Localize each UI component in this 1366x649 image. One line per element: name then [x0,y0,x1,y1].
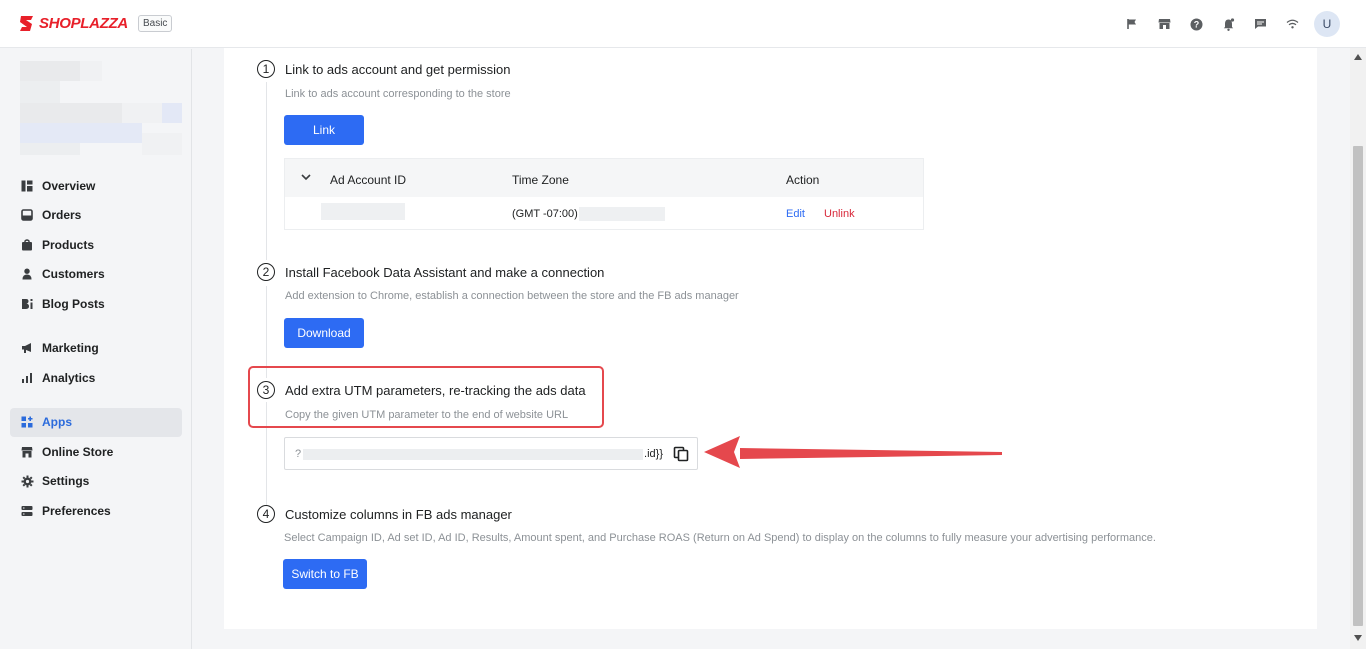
apps-icon [20,415,34,429]
step-desc-2: Add extension to Chrome, establish a con… [285,290,739,302]
step-connector [266,286,267,378]
svg-text:?: ? [1193,19,1199,29]
download-button[interactable]: Download [284,318,364,348]
step-number-1: 1 [257,60,275,78]
sidebar-item-label: Preferences [42,503,111,518]
megaphone-icon [20,341,34,355]
sidebar-item-label: Orders [42,208,82,223]
step-title-2: Install Facebook Data Assistant and make… [285,265,605,280]
user-avatar[interactable]: U [1314,11,1340,37]
sidebar-item-label: Settings [42,474,90,489]
sidebar-item-label: Products [42,237,95,252]
header-action: Action [786,173,820,187]
gear-icon [20,474,34,488]
scroll-down-arrow-icon[interactable] [1354,635,1362,641]
sidebar: Overview Orders Products Customers Blog … [0,49,192,649]
preferences-icon [20,504,34,518]
sidebar-item-overview[interactable]: Overview [10,171,182,201]
shoplazza-logo-mark-icon [20,16,33,31]
sidebar-item-label: Blog Posts [42,296,105,311]
scroll-up-arrow-icon[interactable] [1354,54,1362,60]
step-number-4: 4 [257,505,275,523]
copy-icon[interactable] [673,446,689,462]
sidebar-item-orders[interactable]: Orders [10,201,182,231]
sidebar-item-online-store[interactable]: Online Store [10,437,182,467]
sidebar-item-analytics[interactable]: Analytics [10,363,182,393]
step-title-1: Link to ads account and get permission [285,62,511,77]
overview-icon [20,179,34,193]
ad-account-table: Ad Account ID Time Zone Action (GMT -07:… [284,158,924,230]
unlink-link[interactable]: Unlink [824,208,855,220]
sidebar-item-label: Online Store [42,444,114,459]
store-icon[interactable] [1148,8,1180,40]
step-title-4: Customize columns in FB ads manager [285,507,512,522]
sidebar-item-apps[interactable]: Apps [10,407,182,437]
time-zone-blurred [579,207,665,221]
bell-icon[interactable] [1212,8,1244,40]
utm-suffix: .id}} [644,448,663,460]
logo-text: SHOPLAZZA [39,15,128,32]
ad-account-id-blurred [321,203,405,220]
help-icon[interactable]: ? [1180,8,1212,40]
step-connector [266,82,267,260]
chevron-down-icon[interactable] [301,174,311,181]
utm-prefix: ? [295,448,302,460]
top-icons: ? U [1116,0,1340,48]
sidebar-item-preferences[interactable]: Preferences [10,496,182,526]
edit-link[interactable]: Edit [786,208,805,220]
step-desc-4: Select Campaign ID, Ad set ID, Ad ID, Re… [284,532,1156,544]
wifi-icon[interactable] [1276,8,1308,40]
customers-icon [20,267,34,281]
shoplazza-logo[interactable]: SHOPLAZZA [18,15,128,32]
store-info-blurred [20,61,182,155]
sidebar-item-label: Marketing [42,341,99,356]
utm-value-blurred [303,449,643,460]
link-button[interactable]: Link [284,115,364,145]
cell-time-zone: (GMT -07:00) [512,208,578,220]
header-ad-account-id: Ad Account ID [330,173,407,187]
products-icon [20,238,34,252]
sidebar-item-customers[interactable]: Customers [10,260,182,290]
sidebar-item-settings[interactable]: Settings [10,467,182,497]
scrollbar-thumb[interactable] [1353,146,1363,626]
sidebar-item-blog-posts[interactable]: Blog Posts [10,289,182,319]
sidebar-item-label: Overview [42,178,96,193]
step-desc-1: Link to ads account corresponding to the… [285,88,511,100]
sidebar-nav: Overview Orders Products Customers Blog … [10,171,182,526]
analytics-icon [20,371,34,385]
top-bar: SHOPLAZZA Basic ? U [0,0,1366,48]
scrollbar[interactable] [1350,48,1366,649]
step-number-2: 2 [257,263,275,281]
chat-icon[interactable] [1244,8,1276,40]
switch-to-fb-button[interactable]: Switch to FB [283,559,367,589]
orders-icon [20,208,34,222]
utm-parameter-field[interactable]: ? .id}} [284,437,698,470]
store-icon [20,445,34,459]
sidebar-item-marketing[interactable]: Marketing [10,334,182,364]
table-header: Ad Account ID Time Zone Action [285,159,923,197]
header-time-zone: Time Zone [512,173,569,187]
sidebar-item-label: Customers [42,267,105,282]
sidebar-item-products[interactable]: Products [10,230,182,260]
annotation-highlight-box [248,366,604,428]
flag-icon[interactable] [1116,8,1148,40]
annotation-arrow-icon [704,436,1002,468]
sidebar-item-label: Apps [42,415,72,430]
blog-icon [20,297,34,311]
sidebar-item-label: Analytics [42,370,96,385]
plan-badge: Basic [137,15,173,32]
